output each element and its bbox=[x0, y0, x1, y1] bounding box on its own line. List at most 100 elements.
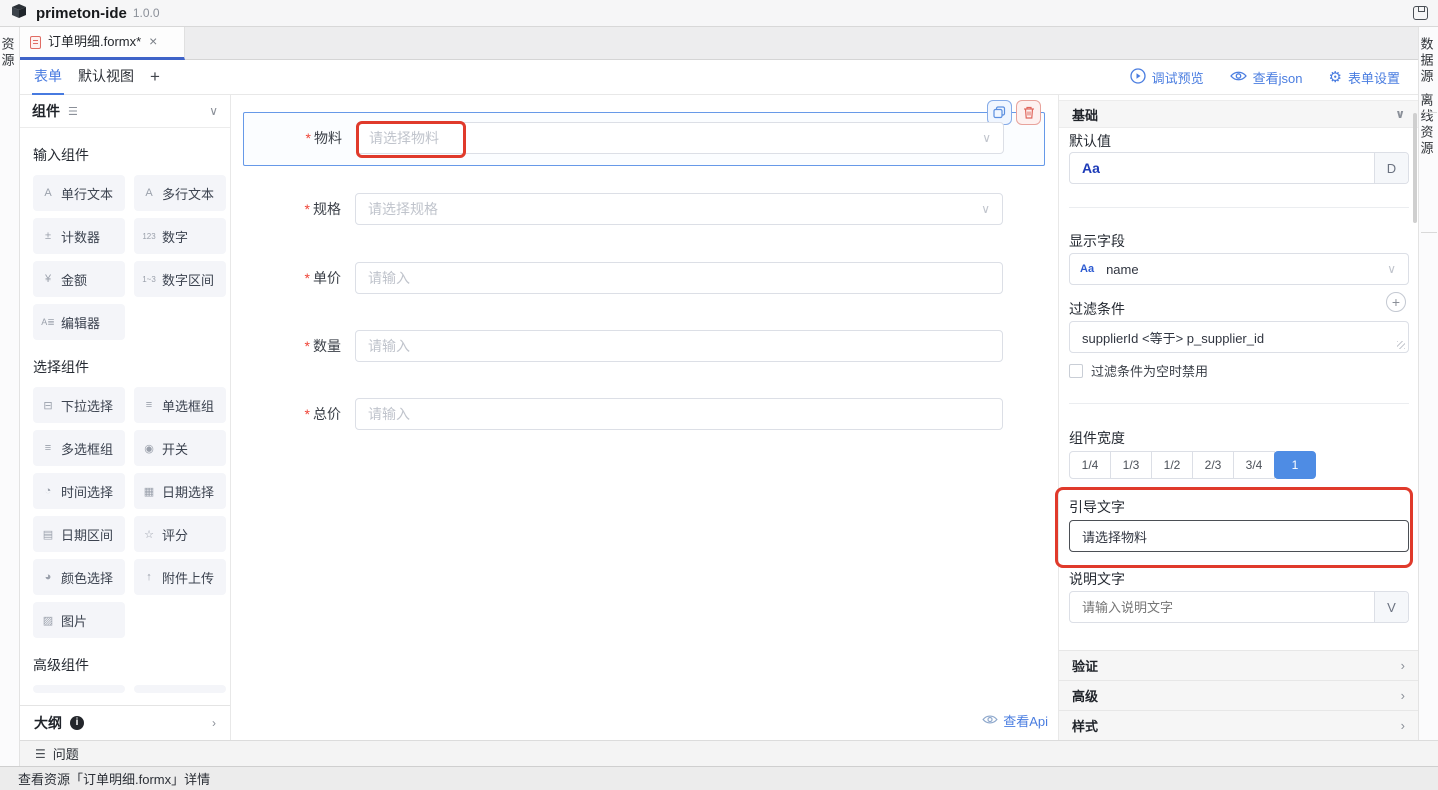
switch-icon: ◉ bbox=[141, 442, 157, 455]
component-width-label: 组件宽度 bbox=[1069, 428, 1125, 448]
section-validation[interactable]: 验证 › bbox=[1059, 650, 1418, 680]
tab-form[interactable]: 表单 bbox=[32, 60, 64, 95]
guide-text-input[interactable] bbox=[1069, 520, 1409, 552]
component-tile-number[interactable]: 123数字 bbox=[134, 218, 226, 254]
display-field-select[interactable]: Aa name ∨ bbox=[1069, 253, 1409, 285]
field-label-total-price: *总价 bbox=[243, 398, 355, 430]
chevron-right-icon[interactable]: › bbox=[212, 716, 216, 730]
checkbox[interactable] bbox=[1069, 364, 1083, 378]
component-tile-counter[interactable]: ±计数器 bbox=[33, 218, 125, 254]
dropdown-icon: ⊟ bbox=[40, 399, 56, 412]
save-icon[interactable] bbox=[1413, 6, 1428, 20]
component-tile-dropdown[interactable]: ⊟下拉选择 bbox=[33, 387, 125, 423]
component-tile-image[interactable]: ▨图片 bbox=[33, 602, 125, 638]
rail-datasource[interactable]: 数据源 bbox=[1422, 37, 1436, 85]
component-tile-date-picker[interactable]: ▦日期选择 bbox=[134, 473, 226, 509]
field-label-quantity: *数量 bbox=[243, 330, 355, 362]
view-json-button[interactable]: 查看json bbox=[1230, 68, 1303, 87]
clock-icon: ◔ bbox=[40, 485, 56, 497]
filter-disable-label: 过滤条件为空时禁用 bbox=[1091, 361, 1208, 380]
debug-preview-label: 调试预览 bbox=[1152, 68, 1204, 87]
guide-text-field[interactable] bbox=[1070, 529, 1408, 544]
calendar-range-icon: ▤ bbox=[40, 528, 56, 541]
description-text-input[interactable]: V bbox=[1069, 591, 1409, 623]
menu-icon: ☰ bbox=[68, 105, 78, 118]
total-price-input[interactable] bbox=[355, 398, 1003, 430]
chevron-right-icon: › bbox=[1401, 718, 1405, 733]
quantity-input[interactable] bbox=[355, 330, 1003, 362]
star-icon: ☆ bbox=[141, 528, 157, 541]
unit-price-field[interactable] bbox=[368, 270, 990, 286]
tab-default-view[interactable]: 默认视图 bbox=[76, 60, 136, 95]
form-settings-button[interactable]: ⚙ 表单设置 bbox=[1329, 68, 1400, 87]
file-tab-order-details[interactable]: 订单明细.formx* × bbox=[20, 27, 185, 60]
view-json-label: 查看json bbox=[1253, 68, 1303, 87]
description-text-label: 说明文字 bbox=[1069, 569, 1125, 589]
filter-condition-textarea[interactable]: supplierId <等于> p_supplier_id bbox=[1069, 321, 1409, 353]
default-value-type-button[interactable]: D bbox=[1374, 153, 1408, 183]
default-value-input[interactable]: Aa D bbox=[1069, 152, 1409, 184]
component-tile-rating[interactable]: ☆评分 bbox=[134, 516, 226, 552]
close-icon[interactable]: × bbox=[149, 33, 157, 49]
section-style[interactable]: 样式 › bbox=[1059, 710, 1418, 740]
add-filter-button[interactable]: + bbox=[1386, 292, 1406, 312]
sidebar-header[interactable]: 组件 ☰ ∨ bbox=[20, 95, 230, 128]
form-canvas[interactable]: *物料 请选择物料 ∨ *规格 请选择规格 ∨ *单价 *数量 *总价 bbox=[231, 95, 1058, 740]
rail-resources[interactable]: 资源 bbox=[3, 37, 17, 69]
resize-handle-icon[interactable] bbox=[1397, 341, 1405, 349]
quantity-field[interactable] bbox=[368, 338, 990, 354]
component-tile-single-line-text[interactable]: A单行文本 bbox=[33, 175, 125, 211]
component-tile-partial[interactable] bbox=[134, 685, 226, 693]
component-tile-radio-group[interactable]: ≡单选框组 bbox=[134, 387, 226, 423]
component-tile-multi-line-text[interactable]: A多行文本 bbox=[134, 175, 226, 211]
filter-condition-value: supplierId <等于> p_supplier_id bbox=[1070, 328, 1264, 347]
chevron-down-icon[interactable]: ∨ bbox=[1395, 107, 1405, 121]
component-tile-switch[interactable]: ◉开关 bbox=[134, 430, 226, 466]
description-text-field[interactable] bbox=[1070, 600, 1374, 615]
section-advanced[interactable]: 高级 › bbox=[1059, 680, 1418, 710]
info-icon: i bbox=[70, 716, 84, 730]
material-select[interactable]: 请选择物料 ∨ bbox=[356, 122, 1004, 154]
file-tab-strip: 订单明细.formx* × bbox=[20, 27, 1418, 60]
section-title-advanced: 高级组件 bbox=[33, 655, 230, 675]
app-name: primeton-ide bbox=[36, 5, 127, 22]
selected-field-material[interactable]: *物料 请选择物料 ∨ bbox=[243, 112, 1045, 166]
component-tile-date-range[interactable]: ▤日期区间 bbox=[33, 516, 125, 552]
default-value-label: 默认值 bbox=[1069, 131, 1111, 151]
width-option-quarter[interactable]: 1/4 bbox=[1069, 451, 1111, 479]
description-var-button[interactable]: V bbox=[1374, 592, 1408, 622]
view-api-link[interactable]: 查看Api bbox=[982, 711, 1048, 730]
component-tile-editor[interactable]: A≣编辑器 bbox=[33, 304, 125, 340]
total-price-field[interactable] bbox=[368, 406, 990, 422]
status-bar: 查看资源「订单明细.formx」详情 bbox=[0, 766, 1438, 790]
debug-preview-button[interactable]: 调试预览 bbox=[1130, 68, 1204, 87]
component-tile-partial[interactable] bbox=[33, 685, 125, 693]
width-option-half[interactable]: 1/2 bbox=[1151, 451, 1193, 479]
scrollbar[interactable] bbox=[1413, 113, 1417, 223]
spec-select[interactable]: 请选择规格 ∨ bbox=[355, 193, 1003, 225]
component-tile-color-picker[interactable]: ◕颜色选择 bbox=[33, 559, 125, 595]
chevron-down-icon: ∨ bbox=[981, 202, 990, 216]
chevron-down-icon[interactable]: ∨ bbox=[209, 104, 218, 118]
width-option-two-thirds[interactable]: 2/3 bbox=[1192, 451, 1234, 479]
form-document-icon bbox=[30, 36, 41, 49]
unit-price-input[interactable] bbox=[355, 262, 1003, 294]
component-tile-time-picker[interactable]: ◔时间选择 bbox=[33, 473, 125, 509]
width-option-full[interactable]: 1 bbox=[1274, 451, 1316, 479]
component-tile-amount[interactable]: ¥金额 bbox=[33, 261, 125, 297]
component-tile-number-range[interactable]: 1~3数字区间 bbox=[134, 261, 226, 297]
width-option-three-quarters[interactable]: 3/4 bbox=[1233, 451, 1275, 479]
component-tile-checkbox-group[interactable]: ≡多选框组 bbox=[33, 430, 125, 466]
width-option-third[interactable]: 1/3 bbox=[1110, 451, 1152, 479]
add-view-button[interactable]: + bbox=[150, 67, 160, 87]
section-basic[interactable]: 基础 ∨ bbox=[1059, 100, 1418, 128]
outline-bar[interactable]: 大纲 i › bbox=[20, 705, 230, 740]
filter-disable-checkbox-row[interactable]: 过滤条件为空时禁用 bbox=[1069, 361, 1208, 380]
material-placeholder: 请选择物料 bbox=[369, 128, 439, 148]
component-tile-attachment-upload[interactable]: ↑附件上传 bbox=[134, 559, 226, 595]
section-basic-label: 基础 bbox=[1072, 105, 1098, 124]
delete-component-button[interactable] bbox=[1016, 100, 1041, 125]
rail-offline-resources[interactable]: 离线资源 bbox=[1422, 93, 1436, 157]
editor-icon: A≣ bbox=[40, 317, 56, 328]
problems-bar[interactable]: ☰ 问题 bbox=[20, 740, 1438, 766]
